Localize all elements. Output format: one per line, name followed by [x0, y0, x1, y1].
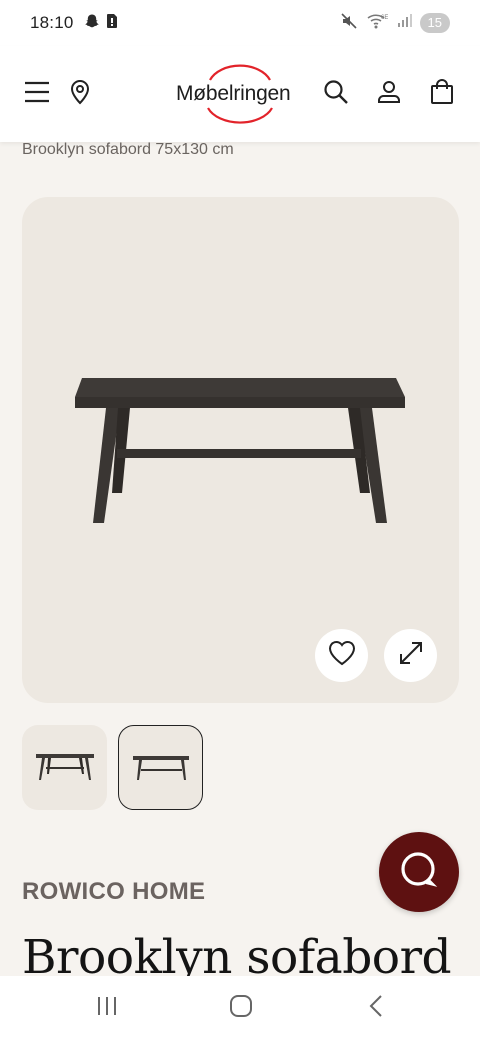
site-header: Møbelringen [0, 46, 480, 142]
menu-icon [24, 81, 50, 108]
signal-icon [396, 13, 412, 34]
product-brand[interactable]: ROWICO HOME [22, 878, 205, 906]
thumbnail-2[interactable] [118, 725, 203, 810]
mute-icon [340, 12, 358, 35]
location-pin-icon [69, 79, 91, 110]
thumbnail-image [35, 753, 94, 780]
snapchat-icon [84, 13, 100, 34]
status-time: 18:10 [30, 13, 74, 32]
wifi-icon: 6E [366, 12, 388, 35]
search-icon [323, 79, 349, 110]
menu-button[interactable] [17, 74, 57, 114]
home-button[interactable] [221, 992, 261, 1024]
thumbnail-1[interactable] [22, 725, 107, 810]
logo[interactable]: Møbelringen [170, 56, 310, 132]
sim-icon [106, 13, 118, 34]
status-bar: 18:10 6E 15 [0, 0, 480, 46]
back-button[interactable] [356, 992, 396, 1024]
fullscreen-button[interactable] [384, 629, 437, 682]
store-locator-button[interactable] [60, 74, 100, 114]
back-icon [368, 994, 384, 1023]
user-icon [377, 80, 401, 109]
heart-icon [328, 640, 356, 671]
breadcrumb: Brooklyn sofabord 75x130 cm [22, 141, 234, 159]
recent-apps-button[interactable] [87, 992, 127, 1024]
recent-apps-icon [95, 995, 119, 1022]
cart-button[interactable] [422, 74, 462, 114]
system-nav-bar [0, 976, 480, 1040]
thumbnail-image [132, 755, 189, 780]
logo-text: Møbelringen [176, 82, 291, 105]
product-image-gallery[interactable] [22, 197, 459, 703]
shopping-bag-icon [430, 78, 454, 110]
breadcrumb-current[interactable]: Brooklyn sofabord 75x130 cm [22, 141, 234, 158]
product-image [75, 378, 405, 523]
home-icon [229, 994, 253, 1023]
chat-button[interactable] [379, 832, 459, 912]
battery-indicator: 15 [419, 13, 450, 33]
svg-text:6E: 6E [381, 15, 388, 21]
expand-icon [398, 640, 424, 671]
search-button[interactable] [316, 74, 356, 114]
chat-bubble-icon [398, 849, 440, 896]
account-button[interactable] [369, 74, 409, 114]
favorite-button[interactable] [315, 629, 368, 682]
